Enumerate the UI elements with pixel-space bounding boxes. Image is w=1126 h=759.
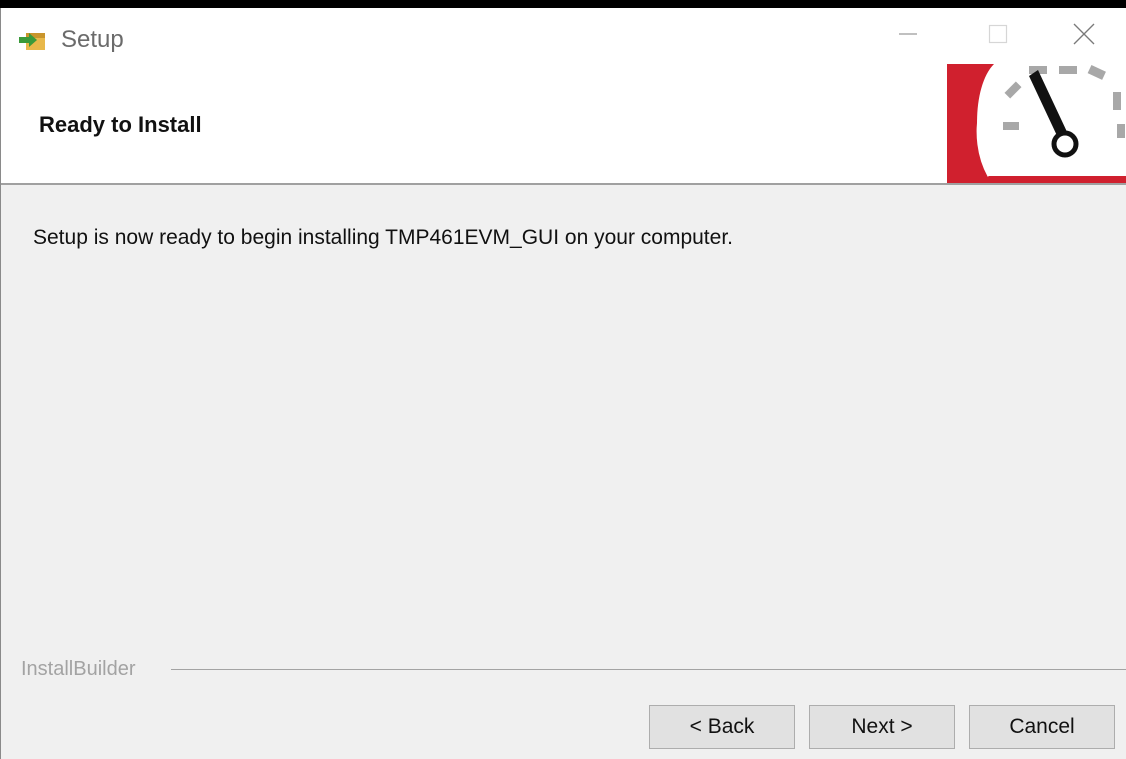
- brand-separator: InstallBuilder: [1, 658, 1126, 682]
- setup-window: Setup Ready to Install Setup is now read…: [0, 8, 1126, 759]
- maximize-icon: [988, 24, 1008, 49]
- header-divider: [1, 183, 1126, 185]
- close-icon: [1073, 23, 1095, 50]
- page-title: Ready to Install: [39, 112, 202, 137]
- speedometer-icon: [947, 62, 1126, 183]
- setup-app-icon: [17, 28, 47, 52]
- brand-divider-line: [171, 669, 1126, 670]
- page-header: Ready to Install: [1, 62, 1126, 183]
- next-button[interactable]: Next >: [809, 705, 955, 749]
- maximize-button[interactable]: [953, 8, 1043, 64]
- ready-message: Setup is now ready to begin installing T…: [33, 226, 733, 249]
- title-bar[interactable]: Setup: [1, 8, 1126, 64]
- cancel-button[interactable]: Cancel: [969, 705, 1115, 749]
- window-title: Setup: [61, 26, 124, 53]
- minimize-icon: [898, 24, 918, 49]
- back-button[interactable]: < Back: [649, 705, 795, 749]
- minimize-button[interactable]: [863, 8, 953, 64]
- installbuilder-label: InstallBuilder: [21, 658, 142, 681]
- close-button[interactable]: [1039, 8, 1126, 64]
